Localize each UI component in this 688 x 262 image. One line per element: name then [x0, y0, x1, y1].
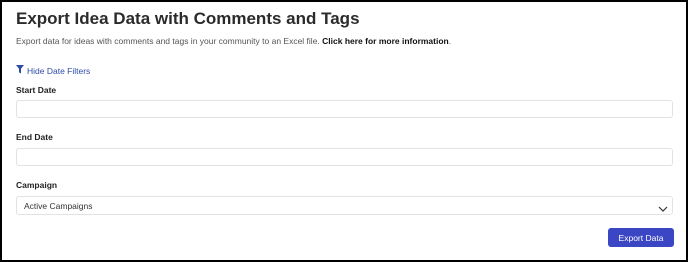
hide-date-filters-toggle[interactable]: Hide Date Filters [16, 65, 90, 76]
end-date-label: End Date [16, 132, 53, 142]
campaign-label: Campaign [16, 180, 58, 190]
description-text: Export data for ideas with comments and … [16, 36, 320, 46]
start-date-input[interactable] [16, 100, 673, 118]
campaign-selected-value: Active Campaigns [24, 201, 93, 211]
export-data-button[interactable]: Export Data [608, 228, 674, 247]
end-date-input[interactable] [16, 148, 673, 166]
campaign-select[interactable]: Active Campaigns [16, 196, 673, 215]
funnel-icon [16, 65, 27, 76]
more-info-link[interactable]: Click here for more information [322, 36, 449, 46]
chevron-down-icon [658, 201, 668, 212]
hide-date-filters-label: Hide Date Filters [27, 65, 91, 76]
start-date-label: Start Date [16, 85, 57, 95]
page-description: Export data for ideas with comments and … [16, 36, 451, 46]
page-title: Export Idea Data with Comments and Tags [16, 9, 360, 28]
export-panel: Export Idea Data with Comments and Tags … [0, 0, 688, 262]
description-period: . [448, 36, 452, 46]
